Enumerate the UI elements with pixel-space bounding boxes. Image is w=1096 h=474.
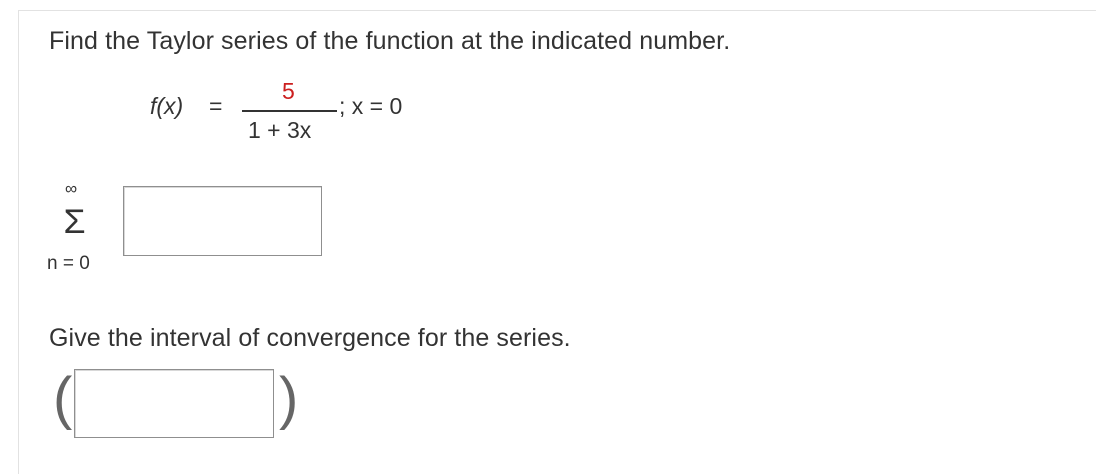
- summation-symbol: Σ: [63, 203, 86, 241]
- interval-answer-input[interactable]: [74, 369, 274, 438]
- sum-upper-limit: ∞: [65, 179, 78, 198]
- interval-left-parenthesis: (: [53, 366, 73, 431]
- interval-prompt: Give the interval of convergence for the…: [49, 324, 571, 352]
- interval-right-parenthesis: ): [279, 366, 299, 431]
- sum-lower-limit: n = 0: [47, 253, 90, 274]
- fraction-numerator: 5: [282, 78, 295, 104]
- function-name: f(x): [150, 93, 184, 119]
- series-answer-input[interactable]: [123, 186, 322, 256]
- question-prompt: Find the Taylor series of the function a…: [49, 27, 731, 55]
- fraction-denominator: 1 + 3x: [248, 117, 312, 143]
- fraction-bar: [242, 110, 337, 112]
- equals-sign: =: [209, 93, 223, 119]
- expansion-point: ; x = 0: [339, 93, 403, 119]
